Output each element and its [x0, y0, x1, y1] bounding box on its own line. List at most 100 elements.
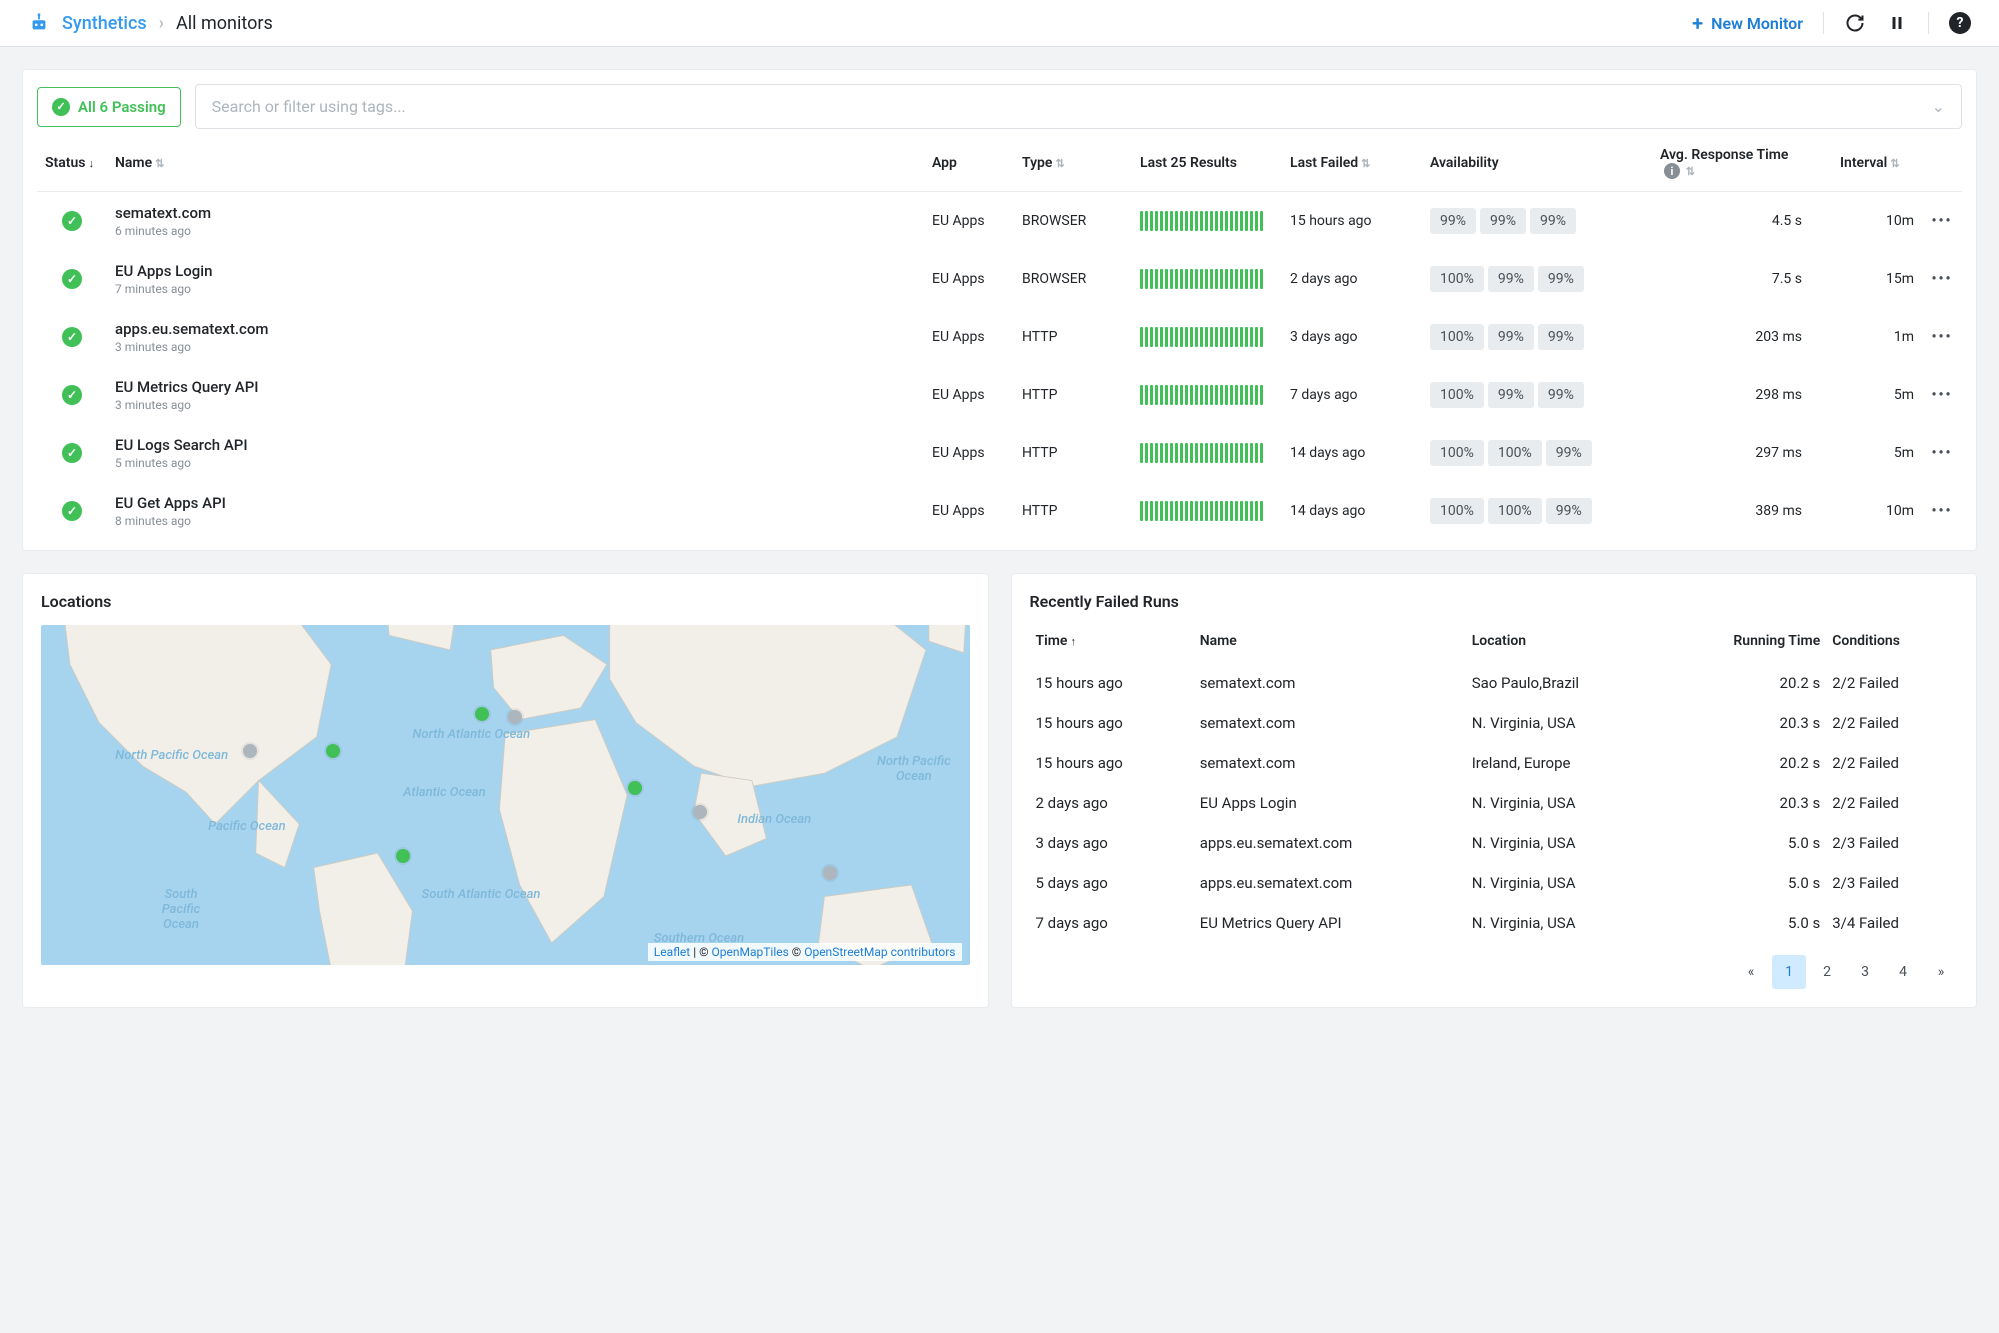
table-row[interactable]: ✓EU Get Apps API8 minutes agoEU AppsHTTP…: [37, 482, 1962, 540]
table-row[interactable]: 2 days agoEU Apps LoginN. Virginia, USA2…: [1030, 783, 1959, 823]
filter-row: ✓ All 6 Passing ⌄: [37, 84, 1962, 129]
col-app[interactable]: App: [924, 133, 1014, 192]
availability-pill: 100%: [1430, 498, 1484, 524]
location-dot[interactable]: [508, 710, 522, 724]
monitor-name[interactable]: EU Logs Search API: [115, 436, 916, 454]
col-status[interactable]: Status↓: [37, 133, 107, 192]
pause-button[interactable]: [1886, 12, 1908, 34]
table-row[interactable]: ✓EU Logs Search API5 minutes agoEU AppsH…: [37, 424, 1962, 482]
table-row[interactable]: 7 days agoEU Metrics Query APIN. Virgini…: [1030, 903, 1959, 943]
row-menu-button[interactable]: •••: [1931, 387, 1952, 403]
osm-link[interactable]: OpenStreetMap contributors: [804, 945, 955, 959]
page-button[interactable]: 4: [1886, 955, 1920, 989]
table-row[interactable]: ✓sematext.com6 minutes agoEU AppsBROWSER…: [37, 192, 1962, 251]
table-row[interactable]: 15 hours agosematext.comN. Virginia, USA…: [1030, 703, 1959, 743]
openmaptiles-link[interactable]: OpenMapTiles: [712, 945, 789, 959]
failed-name[interactable]: apps.eu.sematext.com: [1194, 863, 1466, 903]
result-bars: [1140, 385, 1274, 405]
monitor-name[interactable]: apps.eu.sematext.com: [115, 320, 916, 338]
location-dot[interactable]: [823, 866, 837, 880]
search-input-wrapper[interactable]: ⌄: [195, 84, 1962, 129]
failed-conditions: 2/3 Failed: [1826, 823, 1958, 863]
col-interval[interactable]: Interval⇅: [1832, 133, 1922, 192]
col-last-failed[interactable]: Last Failed⇅: [1282, 133, 1422, 192]
fcol-name[interactable]: Name: [1194, 625, 1466, 663]
availability-pill: 99%: [1530, 208, 1576, 234]
divider: [1928, 12, 1929, 34]
location-dot[interactable]: [243, 744, 257, 758]
monitor-name[interactable]: EU Apps Login: [115, 262, 916, 280]
page-button[interactable]: 3: [1848, 955, 1882, 989]
new-monitor-button[interactable]: + New Monitor: [1692, 13, 1803, 33]
table-row[interactable]: 5 days agoapps.eu.sematext.comN. Virgini…: [1030, 863, 1959, 903]
page-button[interactable]: «: [1734, 955, 1768, 989]
row-menu-button[interactable]: •••: [1931, 503, 1952, 519]
monitor-interval: 15m: [1832, 250, 1922, 308]
search-input[interactable]: [212, 97, 1932, 116]
row-menu-button[interactable]: •••: [1931, 329, 1952, 345]
check-circle-icon: ✓: [62, 501, 82, 521]
failed-running-time: 20.2 s: [1663, 663, 1826, 703]
world-map[interactable]: North Pacific Ocean North Atlantic Ocean…: [41, 625, 970, 965]
table-row[interactable]: ✓EU Apps Login7 minutes agoEU AppsBROWSE…: [37, 250, 1962, 308]
map-attribution: Leaflet | © OpenMapTiles © OpenStreetMap…: [648, 943, 962, 961]
col-avg-response[interactable]: Avg. Response Timei ⇅: [1652, 133, 1832, 192]
location-dot[interactable]: [326, 744, 340, 758]
page-button[interactable]: »: [1924, 955, 1958, 989]
help-button[interactable]: ?: [1949, 12, 1971, 34]
availability-pill: 99%: [1538, 266, 1584, 292]
monitor-interval: 10m: [1832, 482, 1922, 540]
page-button[interactable]: 2: [1810, 955, 1844, 989]
failed-location: Sao Paulo,Brazil: [1466, 663, 1663, 703]
monitor-name[interactable]: EU Metrics Query API: [115, 378, 916, 396]
result-bars: [1140, 443, 1274, 463]
col-type[interactable]: Type⇅: [1014, 133, 1132, 192]
passing-status-badge[interactable]: ✓ All 6 Passing: [37, 87, 181, 127]
page-button[interactable]: 1: [1772, 955, 1806, 989]
locations-title: Locations: [41, 592, 970, 611]
sort-icon: ⇅: [1683, 165, 1695, 178]
breadcrumb-root[interactable]: Synthetics: [62, 13, 147, 34]
col-last-results[interactable]: Last 25 Results: [1132, 133, 1282, 192]
failed-conditions: 2/3 Failed: [1826, 863, 1958, 903]
failed-running-time: 20.3 s: [1663, 783, 1826, 823]
failed-conditions: 3/4 Failed: [1826, 903, 1958, 943]
location-dot[interactable]: [628, 781, 642, 795]
check-circle-icon: ✓: [62, 269, 82, 289]
monitor-name[interactable]: sematext.com: [115, 204, 916, 222]
info-icon[interactable]: i: [1664, 163, 1680, 179]
failed-time: 15 hours ago: [1030, 743, 1194, 783]
failed-name[interactable]: sematext.com: [1194, 743, 1466, 783]
fcol-location[interactable]: Location: [1466, 625, 1663, 663]
failed-name[interactable]: EU Apps Login: [1194, 783, 1466, 823]
col-availability[interactable]: Availability: [1422, 133, 1652, 192]
row-menu-button[interactable]: •••: [1931, 213, 1952, 229]
table-row[interactable]: 3 days agoapps.eu.sematext.comN. Virgini…: [1030, 823, 1959, 863]
divider: [1823, 12, 1824, 34]
monitor-last-run: 8 minutes ago: [115, 514, 916, 528]
location-dot[interactable]: [475, 707, 489, 721]
failed-runs-table: Time↑ Name Location Running Time Conditi…: [1030, 625, 1959, 943]
table-row[interactable]: ✓EU Metrics Query API3 minutes agoEU App…: [37, 366, 1962, 424]
fcol-conditions[interactable]: Conditions: [1826, 625, 1958, 663]
row-menu-button[interactable]: •••: [1931, 445, 1952, 461]
fcol-time[interactable]: Time↑: [1030, 625, 1194, 663]
row-menu-button[interactable]: •••: [1931, 271, 1952, 287]
failed-name[interactable]: sematext.com: [1194, 703, 1466, 743]
chevron-down-icon[interactable]: ⌄: [1932, 97, 1945, 116]
failed-name[interactable]: apps.eu.sematext.com: [1194, 823, 1466, 863]
location-dot[interactable]: [396, 849, 410, 863]
leaflet-link[interactable]: Leaflet: [654, 945, 690, 959]
refresh-button[interactable]: [1844, 12, 1866, 34]
col-name[interactable]: Name⇅: [107, 133, 924, 192]
failed-name[interactable]: sematext.com: [1194, 663, 1466, 703]
table-row[interactable]: 15 hours agosematext.comSao Paulo,Brazil…: [1030, 663, 1959, 703]
failed-running-time: 5.0 s: [1663, 823, 1826, 863]
monitor-last-failed: 7 days ago: [1282, 366, 1422, 424]
table-row[interactable]: ✓apps.eu.sematext.com3 minutes agoEU App…: [37, 308, 1962, 366]
failed-name[interactable]: EU Metrics Query API: [1194, 903, 1466, 943]
monitor-name[interactable]: EU Get Apps API: [115, 494, 916, 512]
location-dot[interactable]: [693, 805, 707, 819]
fcol-running-time[interactable]: Running Time: [1663, 625, 1826, 663]
table-row[interactable]: 15 hours agosematext.comIreland, Europe2…: [1030, 743, 1959, 783]
